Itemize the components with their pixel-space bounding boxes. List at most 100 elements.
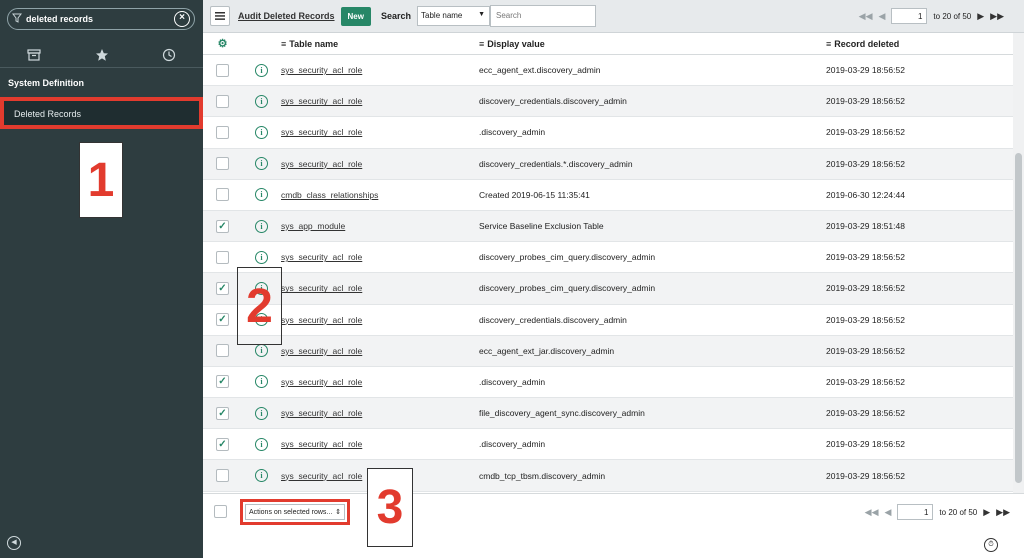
info-icon[interactable]: i — [255, 219, 268, 233]
search-label: Search — [380, 11, 412, 21]
display-value-cell: discovery_credentials.discovery_admin — [479, 96, 627, 107]
next-page-icon[interactable]: ▶ — [977, 11, 984, 22]
info-icon[interactable]: i — [255, 469, 268, 483]
tab-favorites[interactable] — [68, 42, 136, 67]
sidebar-section-system-definition[interactable]: System Definition — [8, 78, 84, 88]
actions-on-selected-rows-select[interactable]: Actions on selected rows... ⇕ — [245, 504, 345, 520]
navigator-filter-input[interactable]: deleted records — [26, 14, 174, 24]
bottom-pager: ◀◀ ◀ 1 to 20 of 50 ▶ ▶▶ — [865, 504, 1010, 520]
prev-page-icon[interactable]: ◀ — [879, 11, 886, 22]
new-button[interactable]: New — [340, 6, 371, 26]
hamburger-icon: ≡ — [826, 38, 832, 49]
list-title[interactable]: Audit Deleted Records — [238, 11, 335, 21]
record-deleted-cell: 2019-03-29 18:56:52 — [826, 376, 905, 387]
row-checkbox[interactable]: ✓ — [216, 313, 229, 327]
row-checkbox[interactable] — [216, 344, 229, 358]
info-icon[interactable]: i — [255, 437, 268, 451]
stopwatch-icon[interactable]: ⏱ — [984, 538, 998, 552]
record-deleted-cell: 2019-03-29 18:56:52 — [826, 96, 905, 107]
display-value-cell: discovery_credentials.discovery_admin — [479, 314, 627, 325]
column-header-record-deleted[interactable]: ≡ Record deleted — [826, 39, 1006, 49]
table-row: ✓ i sys_app_module Service Baseline Exclusi… — [203, 210, 1013, 243]
row-checkbox[interactable] — [216, 469, 229, 483]
table-header-row: ⚙ ≡ Table name ≡ Display value ≡ Record del… — [203, 33, 1013, 55]
sidebar-item-deleted-records[interactable]: Deleted Records — [0, 97, 203, 129]
record-deleted-cell: 2019-03-29 18:56:52 — [826, 408, 905, 419]
prev-page-icon[interactable]: ◀ — [885, 507, 892, 518]
table-row: ✓ i sys_security_acl_role discovery_probes_… — [203, 273, 1013, 305]
tab-all-applications[interactable] — [0, 42, 68, 67]
record-deleted-cell: 2019-03-29 18:56:52 — [826, 345, 905, 356]
row-checkbox[interactable]: ✓ — [216, 281, 229, 295]
row-checkbox[interactable] — [216, 125, 229, 139]
chevron-down-icon: ▼ — [478, 11, 486, 18]
table-scrollbar[interactable] — [1013, 33, 1024, 493]
table-name-link[interactable]: sys_security_acl_role — [281, 439, 362, 449]
page-number-input[interactable]: 1 — [891, 8, 928, 24]
table-name-link[interactable]: sys_security_acl_role — [281, 377, 362, 387]
last-page-icon[interactable]: ▶▶ — [996, 507, 1010, 518]
row-checkbox[interactable]: ✓ — [216, 219, 229, 233]
funnel-icon — [8, 13, 26, 26]
row-checkbox[interactable] — [216, 63, 229, 77]
clear-circle-icon[interactable]: × — [174, 11, 190, 27]
record-deleted-cell: 2019-03-29 18:56:52 — [826, 252, 905, 263]
search-field-select[interactable]: Table name ▼ — [417, 6, 491, 26]
last-page-icon[interactable]: ▶▶ — [990, 11, 1004, 22]
record-deleted-cell: 2019-03-29 18:56:52 — [826, 439, 905, 450]
callout-3: 3 — [367, 468, 413, 547]
column-header-display-value[interactable]: ≡ Display value — [479, 39, 826, 49]
info-icon[interactable]: i — [255, 344, 268, 358]
row-checkbox[interactable]: ✓ — [216, 437, 229, 451]
info-icon[interactable]: i — [255, 188, 268, 202]
column-header-table-name[interactable]: ≡ Table name — [281, 39, 479, 49]
info-icon[interactable]: i — [255, 406, 268, 420]
hamburger-icon[interactable] — [210, 6, 230, 26]
table-name-link[interactable]: sys_security_acl_role — [281, 408, 362, 418]
table-name-link[interactable]: sys_security_acl_role — [281, 159, 362, 169]
row-checkbox[interactable] — [216, 188, 229, 202]
table-name-link[interactable]: sys_security_acl_role — [281, 315, 362, 325]
first-page-icon[interactable]: ◀◀ — [865, 507, 879, 518]
display-value-cell: discovery_probes_cim_query.discovery_adm… — [479, 252, 656, 263]
table-name-link[interactable]: sys_security_acl_role — [281, 471, 362, 481]
scrollbar-thumb[interactable] — [1015, 153, 1022, 483]
row-checkbox[interactable] — [216, 157, 229, 171]
tab-history[interactable] — [135, 42, 203, 67]
display-value-cell: cmdb_tcp_tbsm.discovery_admin — [479, 470, 606, 481]
page-number-input[interactable]: 1 — [897, 504, 934, 520]
info-icon[interactable]: i — [255, 250, 268, 264]
search-input[interactable]: Search — [490, 5, 597, 27]
table-name-link[interactable]: sys_security_acl_role — [281, 65, 362, 75]
table-name-link[interactable]: sys_security_acl_role — [281, 283, 362, 293]
row-checkbox[interactable]: ✓ — [216, 406, 229, 420]
select-all-checkbox[interactable] — [214, 505, 227, 518]
table-name-link[interactable]: sys_security_acl_role — [281, 346, 362, 356]
row-checkbox[interactable] — [216, 250, 229, 264]
display-value-cell: Service Baseline Exclusion Table — [479, 221, 604, 232]
info-icon[interactable]: i — [255, 94, 268, 108]
gear-icon[interactable]: ⚙ — [218, 37, 228, 50]
info-icon[interactable]: i — [255, 125, 268, 139]
navigator-filter[interactable]: deleted records × — [7, 8, 195, 30]
table-body: i sys_security_acl_role ecc_agent_ext.disc… — [203, 55, 1013, 492]
table-name-link[interactable]: sys_app_module — [281, 221, 345, 231]
list-header: Audit Deleted Records New Search Table n… — [203, 0, 1024, 33]
personalize-list[interactable]: ⚙ — [203, 37, 242, 50]
row-checkbox[interactable] — [216, 94, 229, 108]
table-name-link[interactable]: sys_security_acl_role — [281, 96, 362, 106]
archive-icon — [27, 48, 41, 61]
table-name-link[interactable]: cmdb_class_relationships — [281, 190, 378, 200]
info-icon[interactable]: i — [255, 375, 268, 389]
star-icon — [95, 48, 108, 61]
hamburger-icon: ≡ — [281, 38, 287, 49]
first-page-icon[interactable]: ◀◀ — [859, 11, 873, 22]
collapse-arrow-icon[interactable]: ◀ — [7, 536, 21, 550]
table-name-link[interactable]: sys_security_acl_role — [281, 252, 362, 262]
info-icon[interactable]: i — [255, 63, 268, 77]
row-checkbox[interactable]: ✓ — [216, 375, 229, 389]
table-name-link[interactable]: sys_security_acl_role — [281, 127, 362, 137]
next-page-icon[interactable]: ▶ — [983, 507, 990, 518]
info-icon[interactable]: i — [255, 157, 268, 171]
record-deleted-cell: 2019-03-29 18:56:52 — [826, 65, 905, 76]
